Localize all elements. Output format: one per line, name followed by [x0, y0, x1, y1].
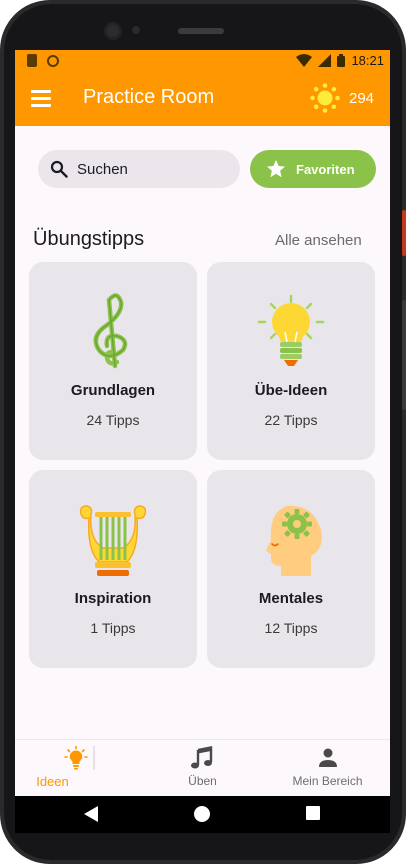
- system-navigation-bar: [15, 796, 390, 833]
- home-icon[interactable]: [194, 806, 210, 822]
- card-title: Grundlagen: [70, 382, 156, 399]
- card-title: Übe-Ideen: [254, 382, 328, 399]
- section-title: Übungstipps: [33, 228, 145, 250]
- nav-ueben[interactable]: Üben: [140, 740, 265, 797]
- side-button: [402, 300, 406, 410]
- favorites-label: Favoriten: [296, 162, 355, 177]
- music-note-icon: [190, 746, 212, 769]
- card-title: Inspiration: [74, 590, 152, 607]
- card-subtitle: 1 Tipps: [90, 620, 136, 636]
- lyre-icon: [79, 505, 147, 576]
- notification-icon: [27, 54, 37, 67]
- search-icon: [50, 160, 68, 178]
- card-mentales[interactable]: Mentales 12 Tipps: [207, 470, 375, 668]
- app-bar: Practice Room 294: [15, 72, 390, 126]
- front-camera: [104, 22, 122, 40]
- nav-label-mein-bereich: Mein Bereich: [292, 774, 363, 788]
- card-subtitle: 12 Tipps: [264, 620, 318, 636]
- recents-icon[interactable]: [306, 806, 320, 820]
- signal-icon: [318, 54, 332, 67]
- nav-label-ideen: Ideen: [36, 774, 69, 789]
- phone-frame: 18:21 Practice Room 294 Suchen Favoriten…: [0, 0, 406, 864]
- person-icon: [318, 748, 337, 767]
- nav-ideen[interactable]: Ideen: [15, 740, 140, 797]
- card-grundlagen[interactable]: Grundlagen 24 Tipps: [29, 262, 197, 460]
- card-inspiration[interactable]: Inspiration 1 Tipps: [29, 470, 197, 668]
- wifi-icon: [296, 54, 313, 67]
- light-bulb-icon: [63, 746, 88, 770]
- treble-clef-icon: [93, 293, 128, 369]
- earpiece: [178, 28, 224, 34]
- nav-mein-bereich[interactable]: Mein Bereich: [265, 740, 390, 797]
- hamburger-menu-icon[interactable]: [31, 90, 51, 107]
- card-uebe-ideen[interactable]: Übe-Ideen 22 Tipps: [207, 262, 375, 460]
- status-bar: 18:21: [15, 50, 390, 72]
- status-time: 18:21: [351, 53, 384, 68]
- bottom-navigation: Ideen Üben Mein Bereich: [15, 739, 390, 796]
- search-input[interactable]: Suchen: [38, 150, 240, 188]
- nav-divider: [93, 746, 95, 770]
- see-all-link[interactable]: Alle ansehen: [275, 232, 362, 249]
- card-title: Mentales: [258, 590, 324, 607]
- back-icon[interactable]: [84, 806, 98, 822]
- card-subtitle: 22 Tipps: [264, 412, 318, 428]
- light-bulb-icon: [257, 294, 325, 366]
- favorites-button[interactable]: Favoriten: [250, 150, 376, 188]
- nav-label-ueben: Üben: [188, 774, 217, 788]
- front-sensor: [132, 26, 140, 34]
- card-subtitle: 24 Tipps: [86, 412, 140, 428]
- app-screen: 18:21 Practice Room 294 Suchen Favoriten…: [15, 50, 390, 833]
- search-placeholder: Suchen: [77, 161, 128, 178]
- sync-icon: [47, 54, 59, 67]
- star-icon: [267, 160, 285, 178]
- app-title: Practice Room: [83, 86, 215, 108]
- sun-icon[interactable]: [309, 82, 341, 114]
- side-button: [402, 210, 406, 256]
- points-count: 294: [349, 90, 375, 107]
- head-gear-icon: [266, 505, 322, 576]
- battery-icon: [337, 54, 346, 67]
